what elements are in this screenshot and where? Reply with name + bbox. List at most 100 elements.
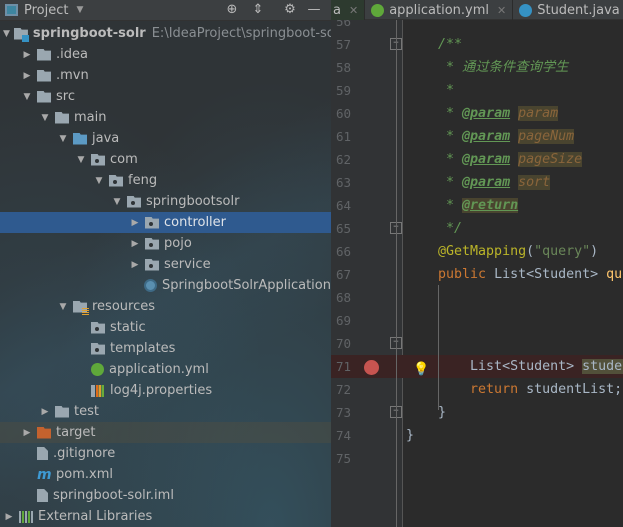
tree-item-springboot-solr[interactable]: ▼ springboot-solr E:\IdeaProject\springboo…	[0, 23, 331, 44]
tree-item-label: .gitignore	[53, 446, 116, 461]
tree-item-label: src	[56, 89, 75, 104]
tree-item-springbootsolr[interactable]: ▼ springbootsolr	[0, 191, 331, 212]
code-line: 60 * @param param	[331, 102, 623, 125]
collapsed-arrow-icon[interactable]: ▶	[21, 71, 33, 81]
folder-icon	[37, 48, 51, 61]
collapsed-arrow-icon[interactable]: ▶	[21, 50, 33, 60]
collapsed-arrow-icon[interactable]: ▶	[129, 218, 141, 228]
project-view-selector[interactable]: Project	[24, 3, 68, 18]
indent-guide	[438, 285, 439, 410]
tree-item--mvn[interactable]: ▶ .mvn	[0, 65, 331, 86]
collapsed-arrow-icon[interactable]: ▶	[3, 512, 15, 522]
code-token: *	[406, 105, 463, 121]
close-icon[interactable]: ✕	[349, 4, 358, 17]
line-number: 75	[335, 450, 351, 466]
code-token: (	[526, 243, 535, 259]
tree-item-service[interactable]: ▶ service	[0, 254, 331, 275]
tab-application-yml[interactable]: application.yml ✕	[365, 0, 514, 20]
code-line: 68	[331, 286, 623, 309]
code-line: 72 return studentList;	[331, 378, 623, 401]
collapse-all-icon[interactable]: ⇕	[250, 2, 266, 17]
tree-item--idea[interactable]: ▶ .idea	[0, 44, 331, 65]
tree-item-springboot-solr-iml[interactable]: springboot-solr.iml	[0, 485, 331, 506]
tree-item-external-libraries[interactable]: ▶ External Libraries	[0, 506, 331, 527]
tree-item-application-yml[interactable]: application.yml	[0, 359, 331, 380]
tree-item--gitignore[interactable]: .gitignore	[0, 443, 331, 464]
close-icon[interactable]: ✕	[497, 4, 506, 17]
code-token: List<Student>	[406, 358, 583, 374]
code-text: */	[406, 217, 462, 240]
expanded-arrow-icon[interactable]: ▼	[21, 92, 33, 102]
tree-item-feng[interactable]: ▼ feng	[0, 170, 331, 191]
line-number: 71	[335, 358, 351, 374]
project-tree: ▼ springboot-solr E:\IdeaProject\springboo…	[0, 23, 331, 527]
collapsed-arrow-icon[interactable]: ▶	[129, 239, 141, 249]
code-line: 63 * @param sort	[331, 171, 623, 194]
spring-icon	[91, 363, 104, 376]
expanded-arrow-icon[interactable]: ▼	[75, 155, 87, 165]
minimize-icon[interactable]: —	[306, 2, 322, 17]
tab-label: application.yml	[389, 2, 489, 18]
tree-item-target[interactable]: ▶ target	[0, 422, 331, 443]
tree-item-src[interactable]: ▼ src	[0, 86, 331, 107]
code-text: * @param pageSize	[406, 148, 583, 171]
tree-item-log4j-properties[interactable]: log4j.properties	[0, 380, 331, 401]
locate-icon[interactable]: ⊕	[224, 2, 240, 17]
tree-item-label: .idea	[56, 47, 88, 62]
gear-icon[interactable]: ⚙	[282, 2, 298, 17]
expanded-arrow-icon[interactable]: ▼	[57, 134, 69, 144]
editor-tabs: a✕ application.yml ✕ Student.java✕	[331, 0, 623, 20]
expanded-arrow-icon[interactable]: ▼	[39, 113, 51, 123]
tree-item-label: test	[74, 404, 99, 419]
tree-item-main[interactable]: ▼ main	[0, 107, 331, 128]
tree-item-static[interactable]: static	[0, 317, 331, 338]
tree-item-label: feng	[128, 173, 158, 188]
code-line: 67 public List<Student> queryStudent	[331, 263, 623, 286]
tree-item-test[interactable]: ▶ test	[0, 401, 331, 422]
tree-item-label: service	[164, 257, 211, 272]
resources-badge-icon	[82, 307, 89, 315]
tree-item-controller[interactable]: ▶ controller	[0, 212, 331, 233]
tab-a[interactable]: a ✕	[331, 0, 366, 20]
expanded-arrow-icon[interactable]: ▼	[57, 302, 69, 312]
tab-student-java[interactable]: Student.java✕	[513, 0, 623, 20]
collapsed-arrow-icon[interactable]: ▶	[21, 428, 33, 438]
collapsed-arrow-icon[interactable]: ▶	[39, 407, 51, 417]
code-text: }	[406, 424, 414, 447]
code-token: *	[406, 128, 463, 144]
code-line: 66 @GetMapping("query")	[331, 240, 623, 263]
line-number: 64	[335, 197, 351, 213]
line-number: 58	[335, 59, 351, 75]
tree-item-springbootsolrapplication[interactable]: SpringbootSolrApplication	[0, 275, 331, 296]
tree-item-label: templates	[110, 341, 176, 356]
code-line: 57− /**	[331, 33, 623, 56]
code-line: 62 * @param pageSize	[331, 148, 623, 171]
expanded-arrow-icon[interactable]: ▼	[3, 29, 10, 39]
expanded-arrow-icon[interactable]: ▼	[93, 176, 105, 186]
line-number: 62	[335, 151, 351, 167]
module-badge-icon	[21, 34, 29, 42]
code-editor[interactable]: 5657− /**58 * 通过条件查询学生59 *60 * @param pa…	[331, 20, 623, 527]
tree-item-pom-xml[interactable]: m pom.xml	[0, 464, 331, 485]
line-number: 57	[335, 36, 351, 52]
libraries-icon	[19, 510, 33, 523]
tree-item-com[interactable]: ▼ com	[0, 149, 331, 170]
code-token: List<Student>	[494, 266, 607, 282]
collapsed-arrow-icon[interactable]: ▶	[129, 260, 141, 270]
package-icon	[91, 153, 105, 166]
chevron-down-icon[interactable]: ▼	[76, 5, 83, 15]
breakpoint-icon[interactable]	[364, 359, 379, 375]
code-line: 61 * @param pageNum	[331, 125, 623, 148]
tree-item-pojo[interactable]: ▶ pojo	[0, 233, 331, 254]
tree-item-resources[interactable]: ▼ resources	[0, 296, 331, 317]
package-icon	[109, 174, 123, 187]
folder-icon	[55, 111, 69, 124]
code-token: @return	[462, 197, 519, 213]
line-number: 59	[335, 82, 351, 98]
tree-item-java[interactable]: ▼ java	[0, 128, 331, 149]
code-text: * @param pageNum	[406, 125, 575, 148]
expanded-arrow-icon[interactable]: ▼	[111, 197, 123, 207]
tree-item-templates[interactable]: templates	[0, 338, 331, 359]
code-text: * @param param	[406, 102, 559, 125]
